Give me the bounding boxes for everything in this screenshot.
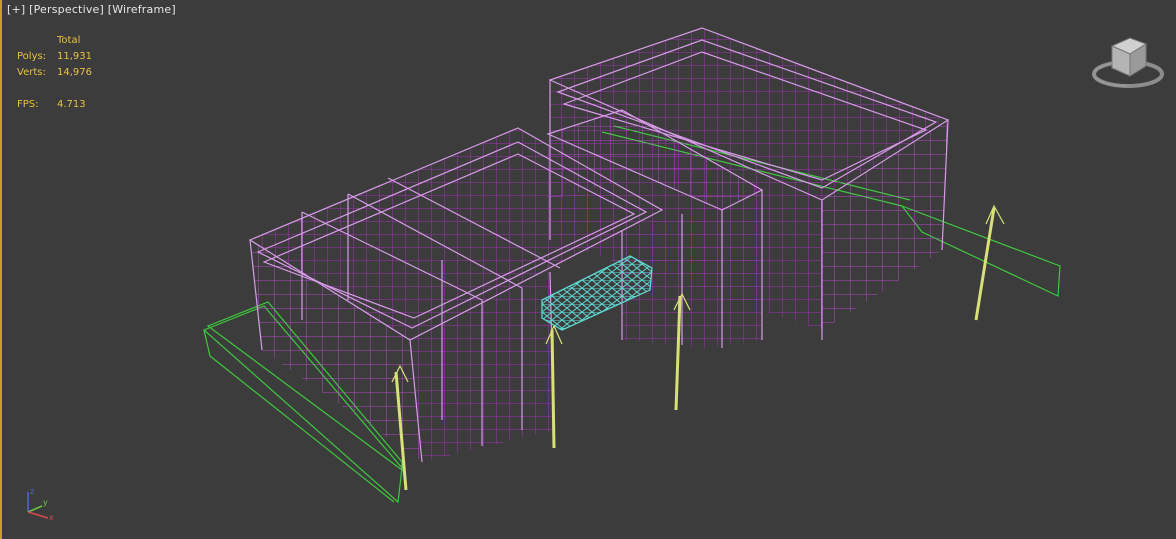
polys-value: 11,931 [57, 51, 92, 62]
verts-value: 14,976 [57, 67, 92, 78]
polys-label: Polys: [17, 51, 47, 62]
light-pole-4[interactable] [974, 204, 1005, 321]
axis-tripod-icon: z y x [27, 487, 54, 522]
fps-value: 4.713 [57, 99, 86, 110]
wireframe-scene[interactable] [2, 0, 1176, 539]
axis-y-label: y [43, 498, 48, 507]
axis-x-label: x [49, 513, 54, 522]
fps-label: FPS: [17, 99, 39, 110]
axis-z-label: z [30, 487, 34, 496]
stats-header: Total [57, 35, 81, 46]
verts-label: Verts: [17, 67, 46, 78]
viewcube-icon[interactable] [1090, 30, 1166, 92]
perspective-viewport[interactable]: [+] [Perspective] [Wireframe] Total Poly… [0, 0, 1176, 539]
